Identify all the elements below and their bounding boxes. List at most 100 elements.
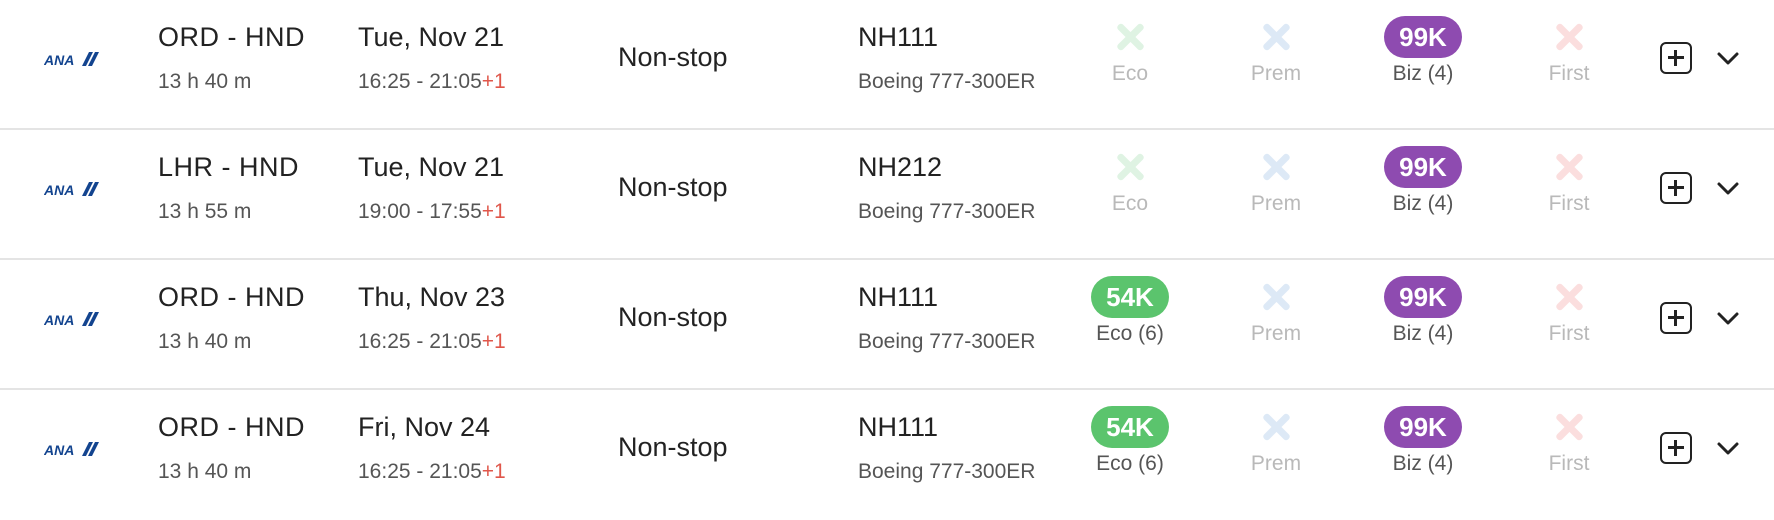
- time-range: 16:25 - 21:05: [358, 330, 482, 353]
- unavailable-x-icon: [1554, 412, 1584, 442]
- svg-text:ANA: ANA: [44, 442, 74, 458]
- fare-first: First: [1514, 390, 1624, 476]
- fare-biz-label: Biz (4): [1392, 62, 1454, 85]
- add-plus-icon[interactable]: [1660, 42, 1692, 74]
- day-offset: +1: [481, 330, 506, 353]
- flight-number: NH111: [858, 22, 939, 52]
- flight-number: NH111: [858, 412, 939, 442]
- route: ORD - HND: [158, 22, 305, 52]
- day-offset: +1: [481, 460, 506, 483]
- fare-eco-label: Eco: [1111, 62, 1149, 85]
- departure-date: Tue, Nov 21: [358, 22, 505, 52]
- ana-logo-icon: ANA: [44, 310, 104, 328]
- chevron-down-icon[interactable]: [1714, 44, 1742, 72]
- day-offset: +1: [481, 70, 506, 93]
- ana-logo-icon: ANA: [44, 440, 104, 458]
- aircraft: Boeing 777-300ER: [858, 200, 1036, 223]
- flight-times: 16:25 - 21:05+1: [358, 330, 506, 354]
- fare-biz-label: Biz (4): [1392, 452, 1454, 475]
- fare-eco[interactable]: 54K Eco (6): [1075, 260, 1185, 346]
- aircraft: Boeing 777-300ER: [858, 70, 1036, 93]
- fare-prem: Prem: [1221, 130, 1331, 216]
- fare-eco: Eco: [1075, 130, 1185, 216]
- fare-biz[interactable]: 99K Biz (4): [1368, 130, 1478, 216]
- fare-biz[interactable]: 99K Biz (4): [1368, 260, 1478, 346]
- route: ORD - HND: [158, 412, 305, 442]
- fare-prem-label: Prem: [1250, 322, 1302, 345]
- add-plus-icon[interactable]: [1660, 172, 1692, 204]
- flight-times: 16:25 - 21:05+1: [358, 460, 506, 484]
- fare-biz-price[interactable]: 99K: [1384, 406, 1462, 448]
- add-plus-icon[interactable]: [1660, 432, 1692, 464]
- flight-times: 16:25 - 21:05+1: [358, 70, 506, 94]
- time-range: 19:00 - 17:55: [358, 200, 482, 223]
- fare-eco-label: Eco (6): [1096, 452, 1164, 475]
- flight-row[interactable]: ANA LHR - HND 13 h 55 m Tue, Nov 21 19:0…: [0, 130, 1774, 260]
- day-offset: +1: [481, 200, 506, 223]
- fare-eco-price[interactable]: 54K: [1091, 406, 1169, 448]
- chevron-down-icon[interactable]: [1714, 304, 1742, 332]
- fare-prem: Prem: [1221, 390, 1331, 476]
- unavailable-x-icon: [1554, 22, 1584, 52]
- fare-first: First: [1514, 0, 1624, 86]
- unavailable-x-icon: [1261, 22, 1291, 52]
- fare-biz-price[interactable]: 99K: [1384, 146, 1462, 188]
- flight-results-list: ANA ORD - HND 13 h 40 m Tue, Nov 21 16:2…: [0, 0, 1774, 520]
- unavailable-x-icon: [1115, 152, 1145, 182]
- fare-biz-price[interactable]: 99K: [1384, 16, 1462, 58]
- chevron-down-icon[interactable]: [1714, 434, 1742, 462]
- chevron-down-icon[interactable]: [1714, 174, 1742, 202]
- fare-prem-label: Prem: [1250, 62, 1302, 85]
- ana-logo-icon: ANA: [44, 50, 104, 68]
- fare-eco-label: Eco (6): [1096, 322, 1164, 345]
- unavailable-x-icon: [1554, 282, 1584, 312]
- fare-eco: Eco: [1075, 0, 1185, 86]
- fare-prem: Prem: [1221, 260, 1331, 346]
- flight-times: 19:00 - 17:55+1: [358, 200, 506, 224]
- duration: 13 h 40 m: [158, 330, 252, 353]
- add-plus-icon[interactable]: [1660, 302, 1692, 334]
- fare-eco-price[interactable]: 54K: [1091, 276, 1169, 318]
- unavailable-x-icon: [1554, 152, 1584, 182]
- flight-number: NH111: [858, 282, 939, 312]
- fare-biz-label: Biz (4): [1392, 192, 1454, 215]
- fare-first: First: [1514, 130, 1624, 216]
- unavailable-x-icon: [1115, 22, 1145, 52]
- time-range: 16:25 - 21:05: [358, 460, 482, 483]
- stops: Non-stop: [618, 302, 728, 332]
- fare-eco-label: Eco: [1111, 192, 1149, 215]
- flight-row[interactable]: ANA ORD - HND 13 h 40 m Thu, Nov 23 16:2…: [0, 260, 1774, 390]
- fare-first-label: First: [1548, 322, 1590, 345]
- flight-number: NH212: [858, 152, 943, 182]
- departure-date: Thu, Nov 23: [358, 282, 506, 312]
- svg-text:ANA: ANA: [44, 182, 74, 198]
- fare-first-label: First: [1548, 62, 1590, 85]
- unavailable-x-icon: [1261, 152, 1291, 182]
- flight-row[interactable]: ANA ORD - HND 13 h 40 m Fri, Nov 24 16:2…: [0, 390, 1774, 520]
- unavailable-x-icon: [1261, 412, 1291, 442]
- duration: 13 h 40 m: [158, 460, 252, 483]
- svg-text:ANA: ANA: [44, 52, 74, 68]
- svg-text:ANA: ANA: [44, 312, 74, 328]
- unavailable-x-icon: [1261, 282, 1291, 312]
- fare-eco[interactable]: 54K Eco (6): [1075, 390, 1185, 476]
- fare-first: First: [1514, 260, 1624, 346]
- ana-logo-icon: ANA: [44, 180, 104, 198]
- stops: Non-stop: [618, 172, 728, 202]
- fare-first-label: First: [1548, 452, 1590, 475]
- aircraft: Boeing 777-300ER: [858, 330, 1036, 353]
- stops: Non-stop: [618, 42, 728, 72]
- fare-biz[interactable]: 99K Biz (4): [1368, 0, 1478, 86]
- flight-row[interactable]: ANA ORD - HND 13 h 40 m Tue, Nov 21 16:2…: [0, 0, 1774, 130]
- fare-prem-label: Prem: [1250, 192, 1302, 215]
- time-range: 16:25 - 21:05: [358, 70, 482, 93]
- departure-date: Tue, Nov 21: [358, 152, 505, 182]
- fare-prem-label: Prem: [1250, 452, 1302, 475]
- route: ORD - HND: [158, 282, 305, 312]
- fare-biz[interactable]: 99K Biz (4): [1368, 390, 1478, 476]
- duration: 13 h 40 m: [158, 70, 252, 93]
- departure-date: Fri, Nov 24: [358, 412, 491, 442]
- aircraft: Boeing 777-300ER: [858, 460, 1036, 483]
- fare-first-label: First: [1548, 192, 1590, 215]
- fare-biz-price[interactable]: 99K: [1384, 276, 1462, 318]
